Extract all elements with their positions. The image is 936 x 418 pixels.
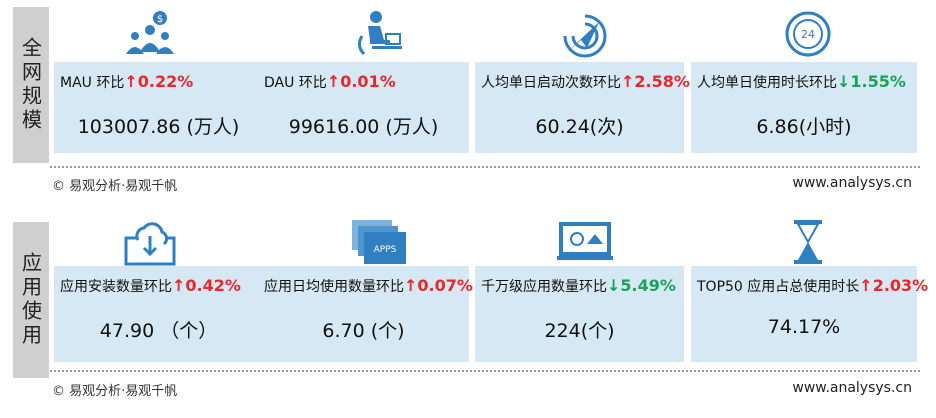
metric-card-large-apps: 千万级应用数量环比↓5.49% 224(个) [475,266,684,362]
apps-stack-icon: APPS [352,220,406,264]
metric-label: 应用安装数量环比 [60,279,172,295]
metric-card-usage-time: 人均单日使用时长环比↓1.55% 6.86(小时) [691,62,917,153]
section-app-usage: 应用使用 APPS 应用安装数量环比↑0.42% 47.90 （个） 应用日均使… [0,208,936,418]
metric-change: 0.42% [185,276,241,295]
metric-change: 2.03% [872,276,929,295]
metric-label-row: 应用安装数量环比↑0.42% [60,276,241,296]
side-label-box: 应用使用 [13,222,49,378]
down-arrow-icon: ↓ [607,276,621,295]
metric-value: 6.86(小时) [756,116,852,138]
apps-text: APPS [374,245,397,255]
dotted-divider [50,166,920,168]
metric-card-daily-apps: 应用日均使用数量环比↑0.07% 6.70 (个) [258,266,473,362]
source-credit: © 易观分析·易观千帆 [52,179,178,194]
metric-card-top50: TOP50 应用占总使用时长↑2.03% 74.17% [691,266,928,362]
svg-text:24: 24 [801,28,815,41]
metric-card-mau: MAU 环比↑0.22% 103007.86 (万人) [54,62,263,153]
metric-value: 224(个) [544,320,615,342]
metric-label: TOP50 应用占总使用时长 [697,279,860,295]
metric-label-row: 人均单日使用时长环比↓1.55% [697,72,906,92]
metric-label: 千万级应用数量环比 [481,279,607,295]
metric-label-row: MAU 环比↑0.22% [60,72,193,92]
metric-change: 0.01% [340,72,396,91]
source-credit: © 易观分析·易观千帆 [52,384,178,399]
down-arrow-icon: ↓ [837,72,851,91]
metric-change: 5.49% [620,276,676,295]
metric-value: 74.17% [767,316,841,338]
metric-value: 60.24(次) [535,116,624,138]
metric-value: 99616.00 (万人) [288,116,439,138]
up-arrow-icon: ↑ [172,276,186,295]
metric-label-row: TOP50 应用占总使用时长↑2.03% [697,276,928,296]
up-arrow-icon: ↑ [404,276,418,295]
metric-value: 103007.86 (万人) [77,116,240,138]
launch-target-icon [563,14,607,58]
metric-label-row: DAU 环比↑0.01% [264,72,396,92]
metric-label: MAU 环比 [60,75,125,91]
metric-change: 1.55% [850,72,906,91]
person-laptop-icon [357,11,402,56]
side-label-box: 全网规模 [13,7,49,163]
metric-label: 人均单日使用时长环比 [697,75,837,91]
metric-change: 2.58% [634,72,690,91]
metric-change: 0.07% [417,276,473,295]
up-arrow-icon: ↑ [326,72,341,91]
metric-label: 人均单日启动次数环比 [481,75,621,91]
side-label: 全网规模 [18,37,43,133]
metric-label: 应用日均使用数量环比 [264,279,404,295]
section-network-scale: 全网规模 $ 24 MAU 环比↑0.22% 103007.86 (万人) DA… [0,0,936,206]
metric-card-launches: 人均单日启动次数环比↑2.58% 60.24(次) [475,62,690,153]
metric-label-row: 应用日均使用数量环比↑0.07% [264,276,473,296]
svg-text:$: $ [157,14,163,25]
metric-label-row: 人均单日启动次数环比↑2.58% [481,72,690,92]
up-arrow-icon: ↑ [621,72,635,91]
people-money-icon: $ [126,11,174,54]
up-arrow-icon: ↑ [124,72,138,91]
clock-24-icon: 24 [785,11,831,57]
cloud-download-icon [124,222,176,266]
metric-card-installs: 应用安装数量环比↑0.42% 47.90 （个） [54,266,263,362]
up-arrow-icon: ↑ [859,276,873,295]
metric-change: 0.22% [137,72,194,91]
hourglass-icon [794,220,822,264]
metric-value: 47.90 （个） [99,320,218,342]
metric-label: DAU 环比 [264,75,327,91]
website-link[interactable]: www.analysys.cn [792,380,912,396]
metric-label-row: 千万级应用数量环比↓5.49% [481,276,676,296]
side-label: 应用使用 [18,252,43,348]
dotted-divider [50,370,920,372]
metric-card-dau: DAU 环比↑0.01% 99616.00 (万人) [258,62,469,153]
metric-value: 6.70 (个) [322,320,405,342]
monitor-home-icon [557,222,613,260]
website-link[interactable]: www.analysys.cn [792,175,912,191]
